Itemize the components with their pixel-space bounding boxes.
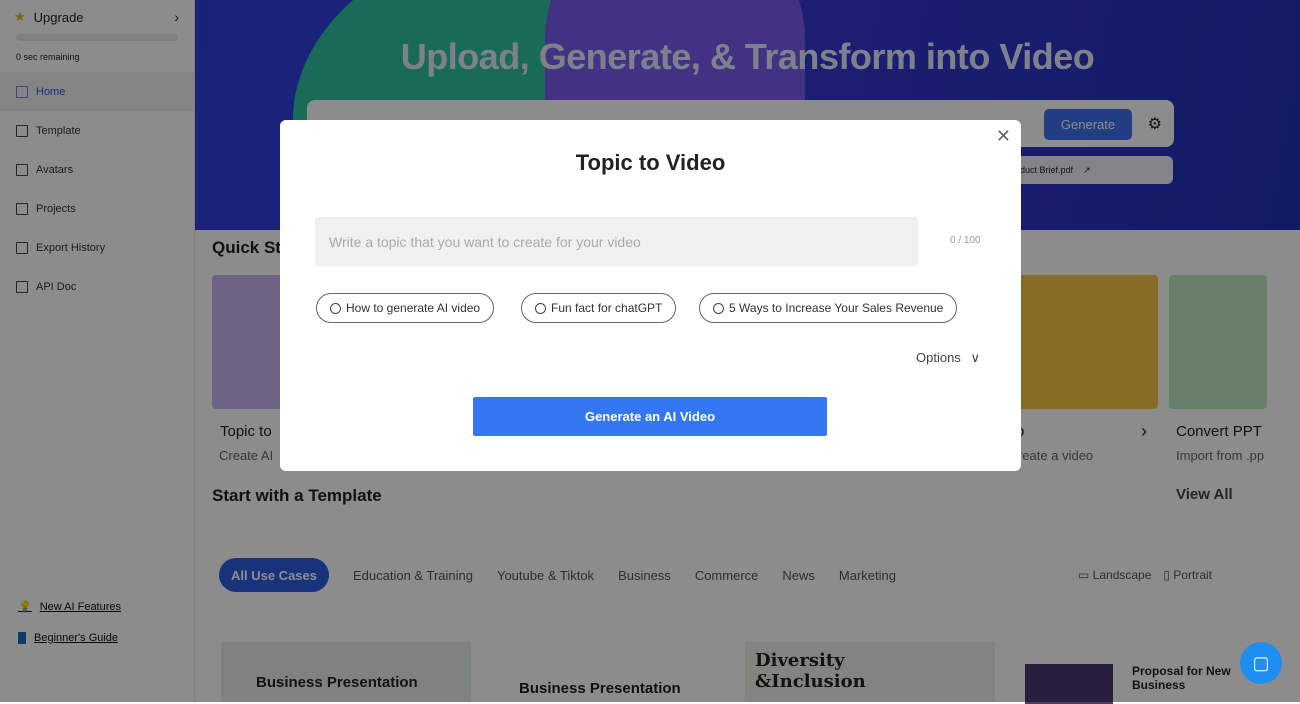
bulb-icon — [535, 302, 546, 314]
suggestion-chip[interactable]: 5 Ways to Increase Your Sales Revenue — [699, 293, 958, 323]
chat-support-button[interactable]: ▢ — [1240, 642, 1282, 684]
char-count: 0 / 100 — [950, 235, 981, 246]
chat-icon: ▢ — [1252, 652, 1270, 673]
topic-to-video-modal: ✕ Topic to Video 0 / 100 How to generate… — [280, 120, 1021, 471]
generate-ai-video-button[interactable]: Generate an AI Video — [473, 397, 827, 436]
modal-title: Topic to Video — [575, 150, 726, 175]
options-toggle[interactable]: Options ∨ — [916, 350, 980, 366]
bulb-icon — [713, 302, 724, 314]
bulb-icon — [330, 302, 341, 314]
close-icon[interactable]: ✕ — [996, 126, 1011, 147]
suggestion-chip[interactable]: Fun fact for chatGPT — [521, 293, 677, 323]
suggestion-chip[interactable]: How to generate AI video — [316, 293, 495, 323]
topic-input[interactable] — [315, 217, 918, 266]
chevron-down-icon: ∨ — [970, 350, 980, 365]
